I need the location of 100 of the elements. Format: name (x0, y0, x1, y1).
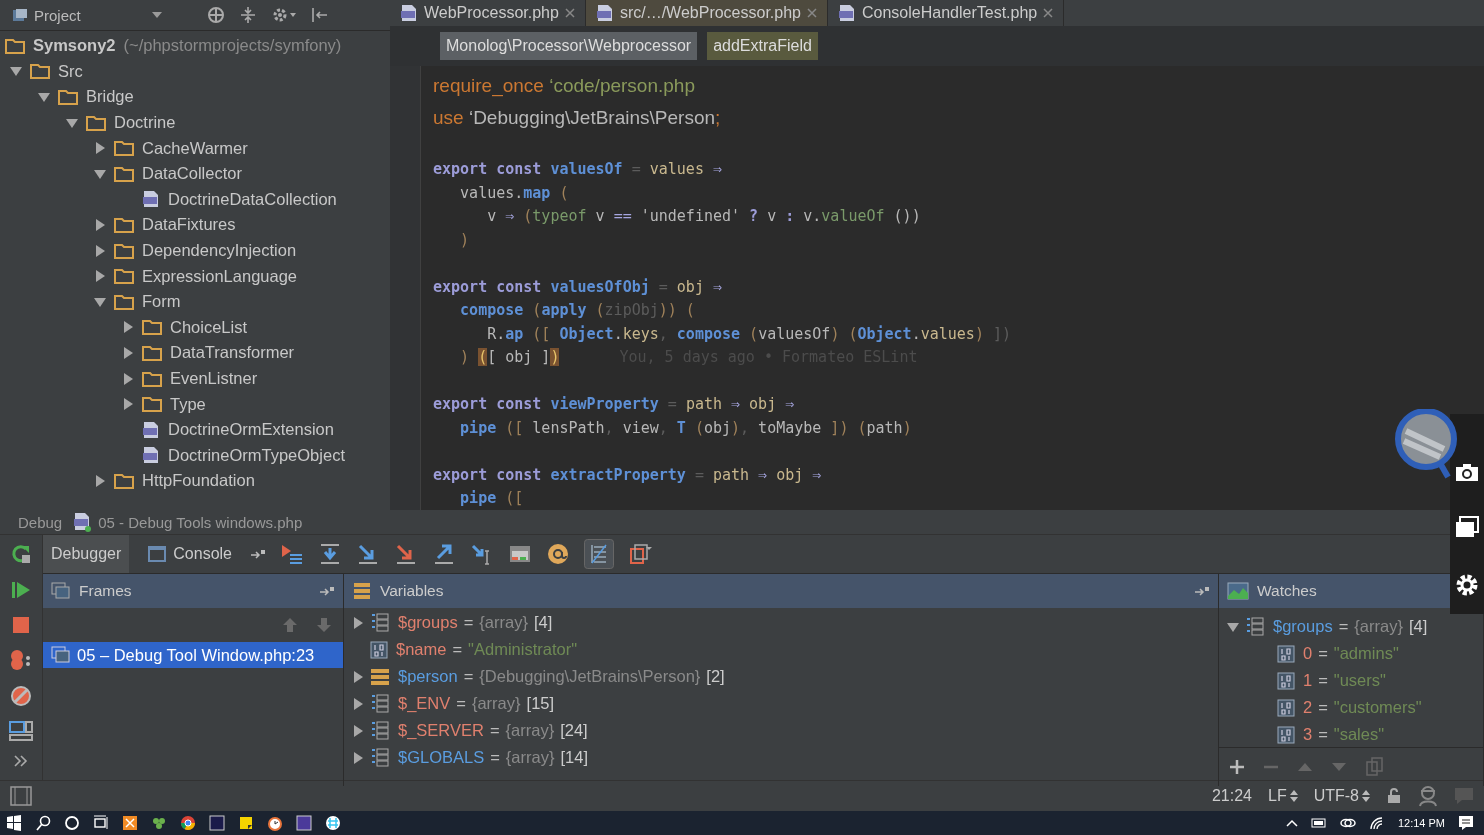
more-icon[interactable] (14, 755, 28, 768)
sticky-note-icon[interactable] (238, 814, 254, 831)
lock-icon[interactable] (1386, 788, 1402, 804)
inline-values-icon[interactable] (584, 539, 614, 570)
line-ending[interactable]: LF (1268, 787, 1298, 805)
stop-icon[interactable] (11, 615, 31, 636)
tree-item[interactable]: Type (170, 394, 206, 414)
expand-arrow-icon[interactable] (94, 244, 106, 257)
clock-icon[interactable] (267, 814, 283, 831)
expand-arrow-icon[interactable] (122, 321, 134, 334)
expand-arrow-icon[interactable] (94, 218, 106, 231)
expand-arrow-icon[interactable] (66, 116, 78, 129)
collapse-icon[interactable] (239, 6, 257, 24)
chat-app-icon[interactable] (325, 814, 341, 831)
expand-arrow-icon[interactable] (38, 91, 50, 103)
tree-item[interactable]: ExpressionLanguage (142, 266, 298, 286)
breadcrumb[interactable]: Monolog\Processor\Webprocessor (440, 32, 698, 61)
layout-icon[interactable] (9, 721, 33, 742)
expand-arrow-icon[interactable] (94, 474, 106, 487)
notification-icon[interactable] (1458, 814, 1474, 831)
project-view-selector[interactable]: Project (12, 6, 162, 24)
tree-item[interactable]: DataFixtures (142, 215, 236, 235)
camera-icon[interactable] (1455, 461, 1479, 482)
tree-item[interactable]: DependencyInjection (142, 241, 297, 261)
task-view-icon[interactable] (93, 814, 109, 831)
rerun-icon[interactable] (10, 543, 32, 566)
cortana-icon[interactable] (64, 814, 80, 831)
expand-arrow-icon[interactable] (94, 142, 106, 155)
expand-arrow-icon[interactable] (94, 295, 106, 308)
start-icon[interactable] (6, 814, 22, 831)
tree-item[interactable]: Symsony2 (33, 36, 116, 56)
breadcrumb[interactable]: addExtraField (707, 32, 818, 61)
watch-count: [4] (1408, 617, 1428, 637)
close-icon[interactable] (1043, 8, 1054, 19)
tree-item[interactable]: DataTransformer (170, 343, 295, 363)
stack-frame[interactable]: 05 – Debug Tool Window.php:23 (43, 642, 343, 669)
editor-tab[interactable]: src/…/WebProcessor.php (585, 0, 828, 27)
expand-arrow-icon[interactable] (1227, 620, 1239, 633)
tree-item[interactable]: DoctrineOrmExtension (168, 420, 334, 440)
tree-item[interactable]: Form (142, 292, 181, 312)
expand-arrow-icon[interactable] (122, 372, 134, 385)
at-sign-icon[interactable] (546, 543, 570, 566)
step-out-icon[interactable] (432, 543, 456, 566)
tree-item[interactable]: ChoiceList (170, 317, 248, 337)
tree-item[interactable]: DoctrineOrmTypeObject (168, 445, 345, 465)
tree-item[interactable]: Doctrine (114, 113, 176, 133)
tree-item[interactable]: DataCollector (142, 164, 242, 184)
browser-icon[interactable] (180, 814, 196, 831)
step-over-icon[interactable] (318, 543, 342, 566)
clock[interactable]: 12:14 PM (1397, 816, 1445, 829)
wifi-icon[interactable] (1368, 815, 1385, 830)
tree-item[interactable]: DoctrineDataCollection (168, 189, 337, 209)
expand-arrow-icon[interactable] (10, 65, 22, 78)
hide-panel-icon[interactable] (311, 6, 329, 24)
pin-icon[interactable] (250, 548, 266, 561)
breakpoints-icon[interactable] (9, 649, 33, 672)
debug-tab[interactable]: Console (139, 535, 240, 574)
battery-icon[interactable] (1310, 816, 1327, 829)
tree-item[interactable]: Src (58, 61, 83, 81)
expand-arrow-icon[interactable] (122, 398, 134, 411)
expand-arrow-icon[interactable] (352, 670, 364, 683)
mute-breakpoints-icon[interactable] (10, 685, 32, 708)
dropdown-caret-icon[interactable] (152, 12, 162, 18)
windows-icon[interactable] (1455, 516, 1479, 539)
locate-icon[interactable] (207, 6, 225, 24)
search-icon[interactable] (35, 814, 51, 831)
restore-layout-icon[interactable] (628, 543, 652, 566)
file-encoding[interactable]: UTF-8 (1313, 787, 1370, 805)
tree-item[interactable]: CacheWarmer (142, 138, 248, 158)
show-execution-point-icon[interactable] (280, 543, 304, 566)
expand-arrow-icon[interactable] (122, 346, 134, 359)
link-icon[interactable] (1339, 816, 1356, 829)
expand-arrow-icon[interactable] (352, 724, 364, 737)
close-icon[interactable] (807, 8, 817, 19)
variable-type: {array} (505, 721, 555, 741)
pin-icon[interactable] (319, 585, 335, 598)
add-icon[interactable] (1229, 759, 1245, 776)
folder-icon (142, 319, 162, 336)
pin-icon[interactable] (1194, 585, 1210, 598)
tool-windows-icon[interactable] (10, 786, 32, 806)
expand-arrow-icon[interactable] (94, 270, 106, 283)
tree-item[interactable]: HttpFoundation (142, 471, 255, 491)
window-app-icon[interactable] (296, 814, 312, 831)
app-icon[interactable] (122, 814, 138, 831)
step-into-icon[interactable] (356, 543, 380, 566)
expand-arrow-icon[interactable] (352, 751, 364, 764)
debug-tab[interactable]: Debugger (43, 535, 130, 574)
force-step-into-icon[interactable] (394, 543, 418, 566)
code-line: values.map ( (459, 183, 569, 202)
terminal-icon[interactable] (209, 814, 225, 831)
cursor-position[interactable]: 21:24 (1211, 787, 1252, 805)
tree-item[interactable]: EvenListner (170, 369, 258, 388)
expand-arrow-icon[interactable] (352, 616, 364, 629)
close-icon[interactable] (564, 8, 575, 19)
inspector-icon[interactable] (1418, 785, 1438, 807)
settings-icon[interactable] (1455, 573, 1479, 597)
expand-arrow-icon[interactable] (94, 167, 106, 180)
chevron-up-icon[interactable] (1285, 817, 1298, 828)
tree-item[interactable]: Bridge (86, 87, 134, 107)
expand-arrow-icon[interactable] (352, 697, 364, 710)
